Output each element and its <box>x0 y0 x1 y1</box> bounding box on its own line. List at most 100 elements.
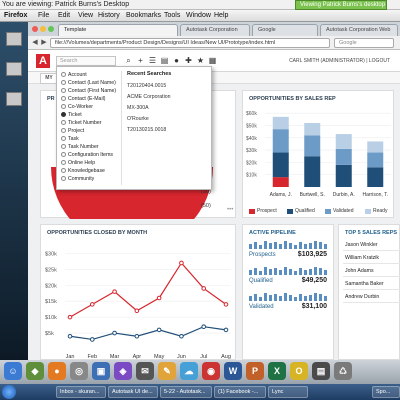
app-icon[interactable]: ✎ <box>158 362 176 380</box>
radio-icon[interactable] <box>61 80 66 85</box>
recent-search-item[interactable]: MX-300A <box>127 105 149 111</box>
bar-segment-qualified[interactable] <box>367 167 384 187</box>
user-icon[interactable]: ● <box>172 56 181 65</box>
more-icon[interactable]: ••• <box>227 207 233 213</box>
radio-icon[interactable] <box>61 144 66 149</box>
desktop-thumbnail[interactable] <box>6 32 22 46</box>
radio-icon[interactable] <box>61 88 66 93</box>
bar-segment-validated[interactable] <box>367 152 384 168</box>
data-point[interactable] <box>89 337 95 342</box>
menu-view[interactable]: View <box>78 12 93 19</box>
sales-rep-row[interactable]: John Adams <box>343 265 400 277</box>
back-icon[interactable]: ◀ <box>31 39 39 47</box>
search-type-option[interactable]: Community <box>61 175 94 183</box>
sales-rep-row[interactable]: William Kratzik <box>343 252 400 264</box>
radio-icon[interactable] <box>61 96 66 101</box>
search-type-option[interactable]: Knowledgebase <box>61 167 105 175</box>
taskbar-item[interactable]: 5-22 - Autotask... <box>160 386 212 398</box>
search-type-option[interactable]: Task Number <box>61 143 99 151</box>
sales-rep-row[interactable]: Samantha Baker <box>343 278 400 290</box>
ticket-icon[interactable]: ▤ <box>160 56 169 65</box>
add-icon[interactable]: ✚ <box>184 56 193 65</box>
data-point[interactable] <box>156 295 162 301</box>
global-search-input[interactable]: Search <box>56 56 116 66</box>
list-icon[interactable]: ☰ <box>148 56 157 65</box>
tab-autotask-web[interactable]: Autotask Corporation Web <box>320 24 398 36</box>
powerpoint-icon[interactable]: P <box>246 362 264 380</box>
forward-icon[interactable]: ▶ <box>40 39 48 47</box>
radio-icon[interactable] <box>61 128 66 133</box>
data-point[interactable] <box>179 260 184 266</box>
app-icon[interactable]: ☁ <box>180 362 198 380</box>
radio-icon[interactable] <box>61 160 66 165</box>
radio-icon[interactable] <box>61 152 66 157</box>
search-type-option[interactable]: Ticket <box>61 111 82 119</box>
radio-icon[interactable] <box>61 104 66 109</box>
bar-segment-qualified[interactable] <box>304 156 321 187</box>
search-type-option[interactable]: Co-Worker <box>61 103 93 111</box>
radio-icon[interactable] <box>61 120 66 125</box>
radio-icon[interactable] <box>61 136 66 141</box>
sales-rep-row[interactable]: Andrew Durbin <box>343 291 400 303</box>
search-type-option[interactable]: Contact (First Name) <box>61 87 116 95</box>
calendar-icon[interactable]: ▦ <box>208 56 217 65</box>
recent-search-item[interactable]: T20120404.0015 <box>127 83 166 89</box>
user-info[interactable]: CARL SMITH (ADMINISTRATOR) | LOGOUT <box>289 58 390 64</box>
app-icon[interactable]: ▣ <box>92 362 110 380</box>
start-button[interactable] <box>2 385 16 399</box>
zoom-window-icon[interactable] <box>48 26 54 32</box>
bar-segment-validated[interactable] <box>304 135 321 157</box>
sales-rep-row[interactable]: Jason Winkler <box>343 239 400 251</box>
tab-template[interactable]: Template <box>58 24 178 36</box>
recent-search-item[interactable]: T20130215.0018 <box>127 127 166 133</box>
search-type-option[interactable]: Task <box>61 135 79 143</box>
search-icon[interactable]: ⌕ <box>124 56 133 65</box>
close-window-icon[interactable] <box>32 26 38 32</box>
app-icon[interactable]: ◈ <box>114 362 132 380</box>
bar-segment-ready[interactable] <box>272 116 289 130</box>
word-icon[interactable]: W <box>224 362 242 380</box>
trash-icon[interactable]: ♺ <box>334 362 352 380</box>
search-type-option[interactable]: Configuration Items <box>61 151 113 159</box>
app-icon[interactable]: ◆ <box>26 362 44 380</box>
recent-search-item[interactable]: O'Rourke <box>127 116 149 122</box>
tab-google[interactable]: Google <box>252 24 318 36</box>
radio-icon[interactable] <box>61 168 66 173</box>
firefox-icon[interactable]: ● <box>48 362 66 380</box>
menu-tools[interactable]: Tools <box>164 12 180 19</box>
bar-segment-qualified[interactable] <box>335 164 352 187</box>
menu-firefox[interactable]: Firefox <box>4 12 27 19</box>
app-icon[interactable]: ◉ <box>202 362 220 380</box>
data-point[interactable] <box>67 333 73 339</box>
data-point[interactable] <box>223 302 229 307</box>
url-bar[interactable]: file:///Volumes/departments/Product Desi… <box>50 38 330 48</box>
desktop-thumbnail[interactable] <box>6 92 22 106</box>
taskbar-item[interactable]: Autotask UI de... <box>108 386 158 398</box>
bar-segment-prospect[interactable] <box>272 177 289 187</box>
search-type-option[interactable]: Ticket Number <box>61 119 102 127</box>
autotask-logo[interactable]: A <box>36 54 50 68</box>
taskbar-item[interactable]: Lync <box>268 386 308 398</box>
data-point[interactable] <box>134 308 140 314</box>
data-point[interactable] <box>67 314 73 320</box>
bar-segment-ready[interactable] <box>367 141 384 153</box>
menu-window[interactable]: Window <box>186 12 211 19</box>
search-type-option[interactable]: Account <box>61 71 87 79</box>
menu-history[interactable]: History <box>98 12 120 19</box>
data-point[interactable] <box>89 302 95 307</box>
menu-edit[interactable]: Edit <box>58 12 70 19</box>
recent-search-item[interactable]: ACME Corporation <box>127 94 171 100</box>
data-point[interactable] <box>201 286 207 291</box>
bar-segment-validated[interactable] <box>272 129 289 153</box>
search-type-option[interactable]: Online Help <box>61 159 95 167</box>
data-point[interactable] <box>134 333 140 339</box>
taskbar-item[interactable]: Inbox - skuran... <box>56 386 106 398</box>
search-type-option[interactable]: Contact (E-Mail) <box>61 95 105 103</box>
data-point[interactable] <box>201 324 207 329</box>
data-point[interactable] <box>112 289 117 294</box>
star-icon[interactable]: ★ <box>196 56 205 65</box>
menu-help[interactable]: Help <box>214 12 228 19</box>
add-icon[interactable]: + <box>136 56 145 65</box>
radio-icon[interactable] <box>61 72 66 77</box>
data-point[interactable] <box>156 327 162 333</box>
